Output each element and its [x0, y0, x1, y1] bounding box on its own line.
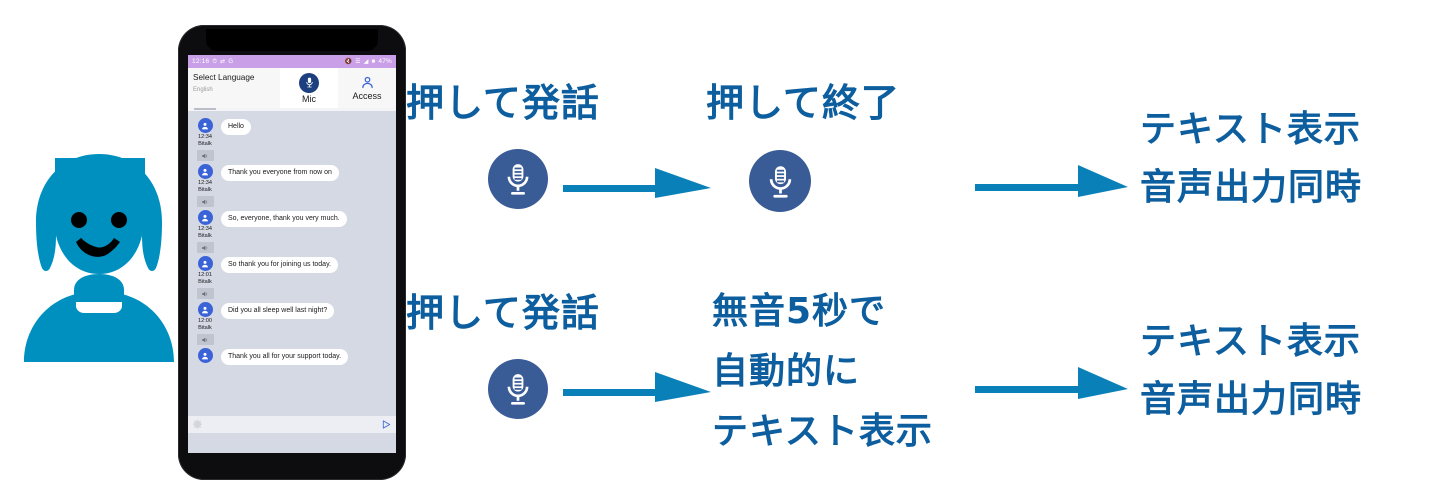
chat-message-meta: 12:34 Bitalk — [193, 210, 217, 253]
person-avatar-icon — [197, 118, 213, 133]
chat-input-bar[interactable] — [188, 416, 396, 433]
alarm-icon: ⏱ — [212, 58, 218, 65]
chat-timestamp: 12:34 — [198, 226, 212, 232]
chat-timestamp: 12:34 — [198, 180, 212, 186]
chat-message: 12:34 Bitalk Hello — [188, 115, 396, 161]
top-step2-mic-button[interactable] — [735, 142, 825, 220]
bottom-step1-mic-button[interactable] — [473, 352, 563, 425]
microphone-icon — [488, 358, 548, 419]
status-time: 12:16 — [192, 58, 210, 65]
bottom-step2-line1: 無音5秒で — [712, 291, 887, 332]
phone-chin — [178, 453, 406, 480]
chat-bubble: So thank you for joining us today. — [221, 257, 338, 273]
transfer-icon: ⇄ — [220, 58, 226, 65]
send-icon[interactable] — [381, 419, 392, 430]
select-language-label: Select Language — [193, 73, 255, 82]
bottom-step2-line3: テキスト表示 — [712, 411, 933, 452]
person-avatar-icon — [197, 302, 213, 317]
wifi-icon: ☰ — [355, 58, 361, 65]
chat-sender: Bitalk — [198, 279, 212, 285]
chat-message: 12:34 Bitalk Thank you everyone from now… — [188, 161, 396, 207]
bottom-step1-label: 押して発話 — [406, 291, 600, 335]
chat-bubble: Thank you all for your support today. — [221, 349, 349, 365]
person-icon — [361, 76, 373, 89]
tab-access-label: Access — [352, 91, 382, 101]
person-avatar-icon — [197, 164, 213, 179]
top-step2-label: 押して終了 — [706, 81, 900, 125]
chat-bubble: Did you all sleep well last night? — [221, 303, 335, 319]
bottom-arrow-1 — [563, 372, 711, 402]
chat-message-list[interactable]: 12:34 Bitalk Hello 12:34 Bitalk Thank yo… — [188, 111, 396, 416]
speaker-icon[interactable] — [196, 334, 214, 345]
tab-mic[interactable]: Mic — [280, 68, 338, 108]
chat-timestamp: 12:00 — [198, 318, 212, 324]
speaker-icon[interactable] — [196, 150, 214, 161]
mute-icon: 🔇 — [344, 58, 353, 65]
phone-notch — [206, 29, 378, 51]
bottom-result-line2: 音声出力同時 — [1140, 379, 1363, 420]
top-result-line2: 音声出力同時 — [1140, 167, 1363, 208]
microphone-icon — [749, 150, 811, 212]
person-avatar-icon — [197, 348, 213, 363]
person-avatar-icon — [197, 256, 213, 271]
top-result-line1: テキスト表示 — [1140, 109, 1361, 150]
chat-timestamp: 12:34 — [198, 134, 212, 140]
tab-mic-label: Mic — [302, 93, 316, 104]
tab-access[interactable]: Access — [338, 68, 396, 108]
chat-message: 12:01 Bitalk So thank you for joining us… — [188, 253, 396, 299]
phone-mockup: 12:16 ⏱ ⇄ G 🔇 ☰ ◢ ■ 47% Select Language … — [178, 25, 406, 480]
battery-percent: 47% — [378, 58, 392, 65]
woman-speaker-icon — [14, 150, 184, 365]
app-top-nav: Select Language English Mic Access — [188, 68, 396, 108]
select-language-button[interactable]: Select Language English — [188, 68, 280, 108]
chat-bubble: So, everyone, thank you very much. — [221, 211, 347, 227]
signal-icon: ◢ — [363, 58, 369, 65]
microphone-icon — [299, 72, 319, 93]
chat-message: 12:34 Bitalk So, everyone, thank you ver… — [188, 207, 396, 253]
chat-message: Thank you all for your support today. — [188, 345, 396, 365]
google-icon: G — [228, 58, 234, 65]
speaker-icon[interactable] — [196, 242, 214, 253]
bottom-step2-line2: 自動的に — [712, 351, 861, 392]
chat-message-meta: 12:34 Bitalk — [193, 118, 217, 161]
bottom-result-line1: テキスト表示 — [1140, 321, 1361, 362]
chat-message-meta: 12:34 Bitalk — [193, 164, 217, 207]
top-arrow-1 — [563, 168, 711, 198]
speaker-icon[interactable] — [196, 196, 214, 207]
chat-sender: Bitalk — [198, 325, 212, 331]
chat-bubble: Hello — [221, 119, 251, 135]
speaker-icon[interactable] — [196, 288, 214, 299]
gear-icon[interactable] — [192, 419, 203, 430]
select-language-value: English — [193, 87, 213, 93]
chat-message: 12:00 Bitalk Did you all sleep well last… — [188, 299, 396, 345]
chat-message-meta: 12:01 Bitalk — [193, 256, 217, 299]
nav-underline — [188, 108, 396, 111]
battery-icon: ■ — [371, 58, 376, 65]
top-arrow-2 — [975, 165, 1128, 197]
chat-sender: Bitalk — [198, 233, 212, 239]
chat-message-meta: 12:00 Bitalk — [193, 302, 217, 345]
chat-timestamp: 12:01 — [198, 272, 212, 278]
chat-sender: Bitalk — [198, 141, 212, 147]
chat-bubble: Thank you everyone from now on — [221, 165, 339, 181]
microphone-icon — [488, 148, 548, 209]
phone-screen: 12:16 ⏱ ⇄ G 🔇 ☰ ◢ ■ 47% Select Language … — [188, 55, 396, 453]
status-bar: 12:16 ⏱ ⇄ G 🔇 ☰ ◢ ■ 47% — [188, 55, 396, 68]
diagram-canvas: 12:16 ⏱ ⇄ G 🔇 ☰ ◢ ■ 47% Select Language … — [0, 0, 1450, 500]
chat-sender: Bitalk — [198, 187, 212, 193]
bottom-arrow-2 — [975, 367, 1128, 399]
person-avatar-icon — [197, 210, 213, 225]
top-step1-label: 押して発話 — [406, 81, 600, 125]
chat-message-meta — [193, 348, 217, 363]
top-step1-mic-button[interactable] — [473, 142, 563, 215]
